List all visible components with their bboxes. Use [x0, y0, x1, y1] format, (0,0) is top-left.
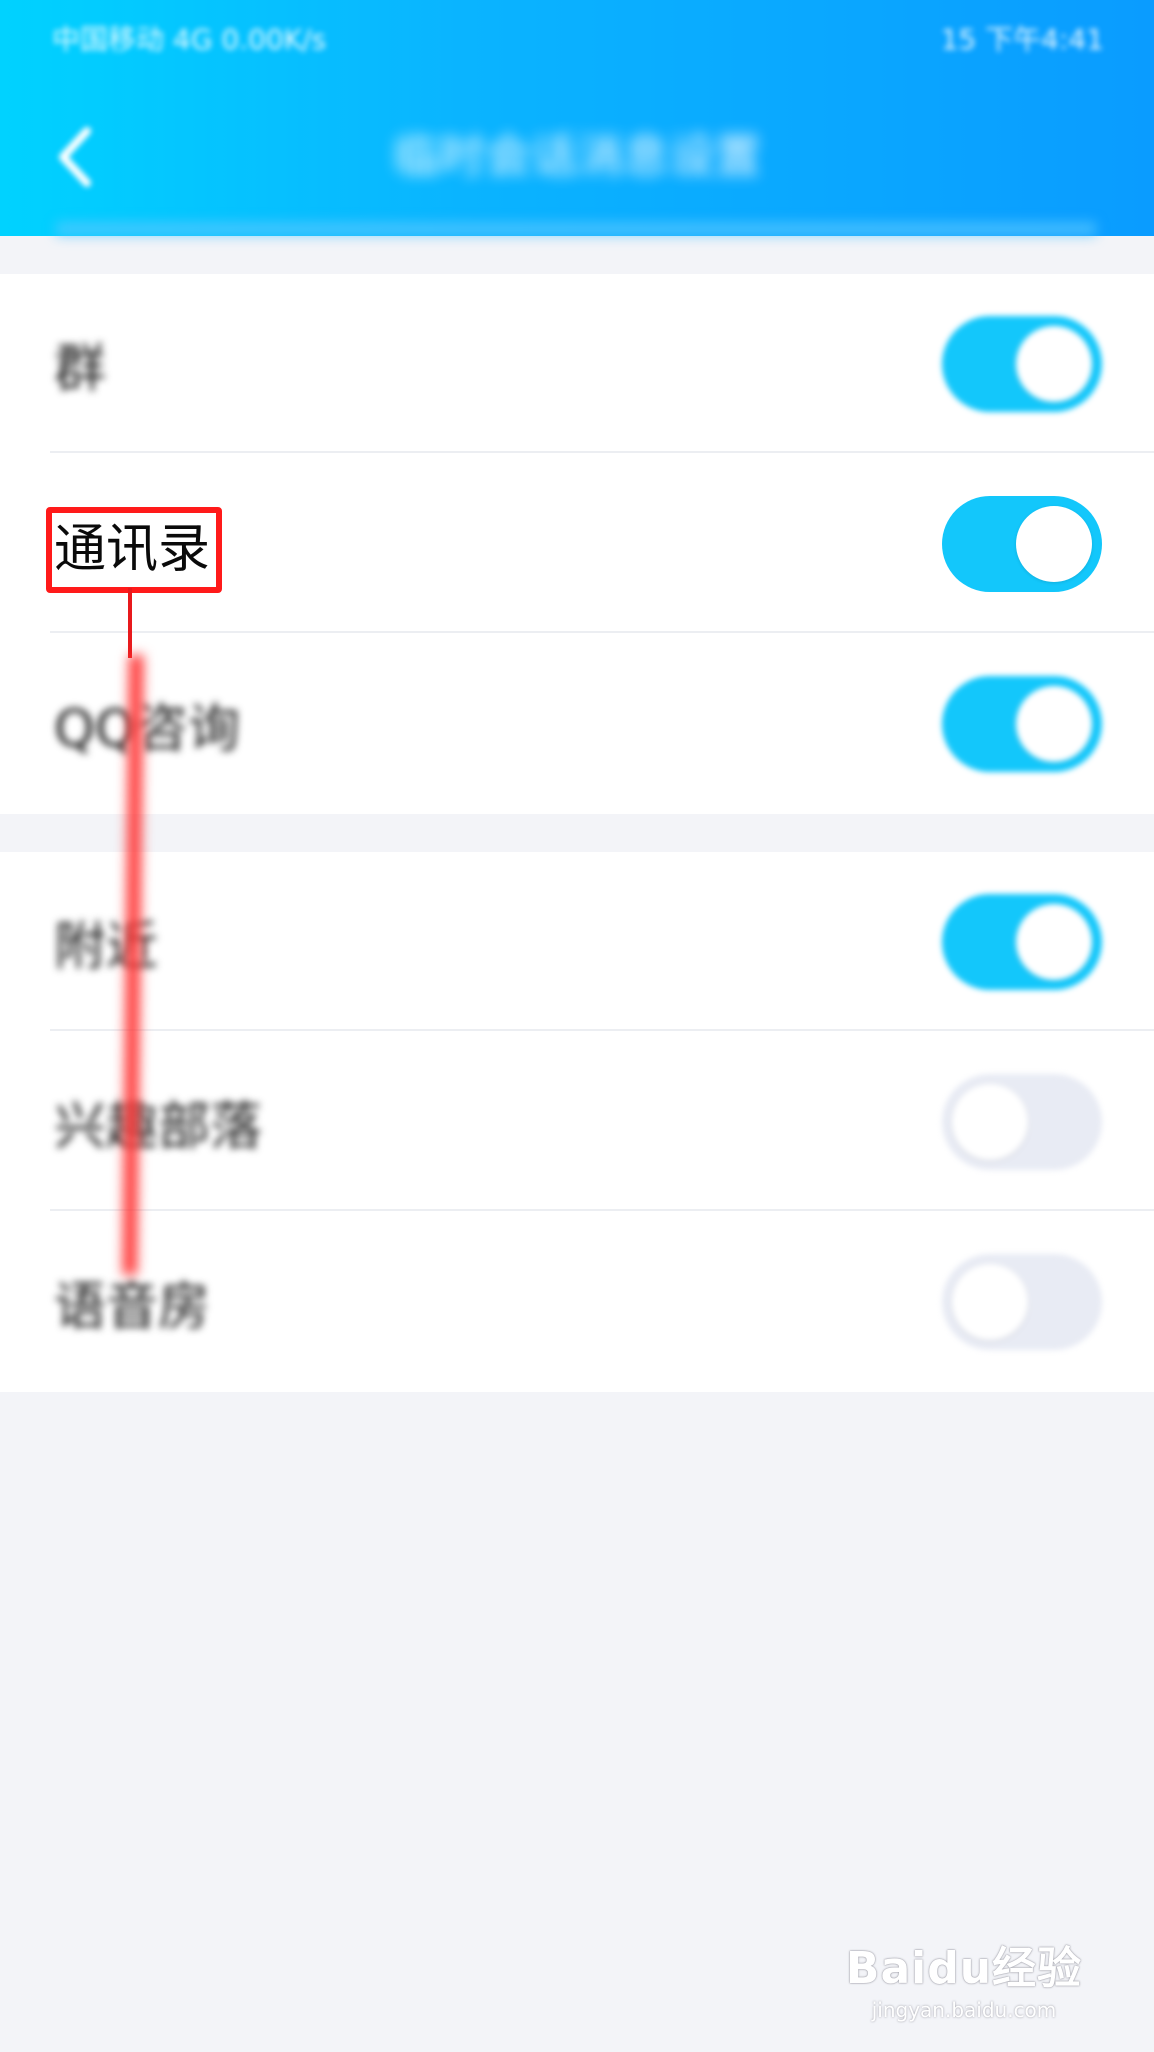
status-bar-right: 15 下午4:41 — [940, 23, 1104, 56]
setting-label: 语音房 — [54, 1277, 211, 1337]
row-divider — [50, 451, 1154, 453]
setting-label: 群 — [54, 339, 107, 399]
status-bar-left: 中国移动 4G 0.00K/s — [52, 23, 327, 56]
baidu-jingyan-watermark: Baidu经验 jingyan.baidu.com — [834, 1932, 1094, 2022]
header-glow — [56, 222, 1096, 236]
watermark-logo: Baidu经验 — [845, 1943, 1083, 1994]
toggle-switch[interactable] — [942, 675, 1102, 772]
toggle-knob — [952, 1083, 1028, 1160]
app-header: 中国移动 4G 0.00K/s 15 下午4:41 临时会话消息设置 — [0, 0, 1154, 236]
setting-row-nearby[interactable]: 附近 — [0, 852, 1154, 1031]
setting-label: 兴趣部落 — [54, 1097, 263, 1157]
toggle-switch[interactable] — [942, 495, 1102, 592]
toggle-switch[interactable] — [942, 893, 1102, 990]
setting-row-qq-consult[interactable]: QQ咨询 — [0, 634, 1154, 813]
row-divider — [50, 1029, 1154, 1031]
toggle-knob — [1016, 685, 1092, 762]
status-bar: 中国移动 4G 0.00K/s 15 下午4:41 — [52, 18, 1104, 58]
annotation-highlight-box — [46, 507, 222, 593]
setting-row-group[interactable]: 群 — [0, 274, 1154, 453]
toggle-switch[interactable] — [942, 1073, 1102, 1170]
setting-label: 附近 — [54, 917, 159, 977]
annotation-pointer-line — [128, 588, 132, 658]
toggle-knob — [1016, 325, 1092, 402]
watermark-url: jingyan.baidu.com — [871, 1998, 1057, 2022]
setting-row-interest-tribe[interactable]: 兴趣部落 — [0, 1032, 1154, 1211]
row-divider — [50, 1209, 1154, 1211]
setting-label: QQ咨询 — [54, 699, 240, 759]
page-title: 临时会话消息设置 — [393, 129, 761, 183]
toggle-switch[interactable] — [942, 315, 1102, 412]
setting-row-voice-room[interactable]: 语音房 — [0, 1212, 1154, 1391]
toggle-knob — [952, 1263, 1028, 1340]
toggle-knob — [1016, 505, 1092, 582]
toggle-knob — [1016, 903, 1092, 980]
row-divider — [50, 631, 1154, 633]
toggle-switch[interactable] — [942, 1253, 1102, 1350]
settings-group-2: 附近 兴趣部落 语音房 — [0, 852, 1154, 1392]
